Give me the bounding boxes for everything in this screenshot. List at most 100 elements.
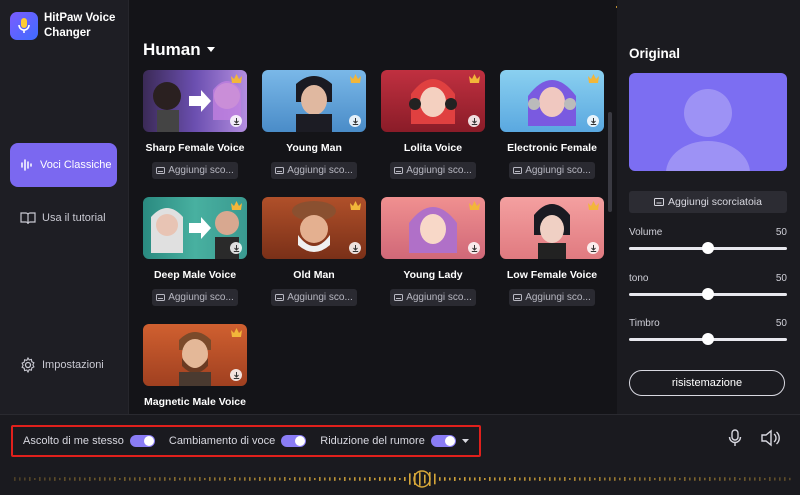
speaker-icon[interactable] [760,429,780,447]
keyboard-icon [513,167,523,174]
wave-bar [174,477,176,481]
voice-card-deep-male-voice[interactable]: Deep Male Voice Aggiungi sco... [143,197,247,306]
voice-thumbnail [262,197,366,259]
wave-bar [69,477,71,481]
tono-slider[interactable]: tono 50 [629,273,787,300]
add-shortcut-button[interactable]: Aggiungi sco... [271,162,357,179]
download-icon[interactable] [468,242,480,254]
wave-bar [384,477,386,481]
wave-bar [359,477,361,481]
download-icon[interactable] [230,115,242,127]
slider-value: 50 [775,318,787,329]
wave-bar [99,477,101,481]
voice-wave-icon [21,159,32,171]
wave-bar [729,477,731,481]
wave-bar [344,477,346,481]
wave-bar [94,477,96,481]
download-icon[interactable] [587,242,599,254]
download-icon[interactable] [349,115,361,127]
wave-bar [684,477,686,481]
voice-card-sharp-female-voice[interactable]: Sharp Female Voice Aggiungi sco... [143,70,247,179]
wave-bar [224,477,226,481]
voice-card-young-man[interactable]: Young Man Aggiungi sco... [262,70,366,179]
voice-name: Lolita Voice [403,142,463,154]
wave-bar [454,477,456,481]
add-shortcut-button[interactable]: Aggiungi sco... [152,162,238,179]
wave-bar [334,477,336,481]
wave-bar [159,477,161,481]
caret-down-icon[interactable] [461,438,469,444]
scrollbar[interactable] [608,112,612,212]
download-icon[interactable] [349,242,361,254]
wave-bar [189,477,191,481]
wave-bar [714,477,716,481]
sidebar: HitPaw Voice Changer Voci Classiche Usa … [0,0,129,414]
wave-bar [674,477,676,481]
wave-bar [164,477,166,481]
wave-bar [734,477,736,481]
download-icon[interactable] [587,115,599,127]
voice-card-lolita-voice[interactable]: Lolita Voice Aggiungi sco... [381,70,485,179]
wave-bar [694,477,696,481]
voice-name: Deep Male Voice [153,269,237,281]
voice-card-low-female-voice[interactable]: Low Female Voice Aggiungi sco... [500,197,604,306]
voice-change-toggle[interactable] [281,435,307,447]
microphone-icon[interactable] [728,429,742,447]
add-shortcut-button[interactable]: Aggiungi sco... [509,289,595,306]
slider-track[interactable] [629,333,787,345]
voice-thumbnail [500,70,604,132]
wave-bar [494,477,496,481]
slider-knob[interactable] [702,242,714,254]
wave-bar [54,477,56,481]
volume-slider[interactable]: Volume 50 [629,227,787,254]
add-shortcut-button[interactable]: Aggiungi sco... [152,289,238,306]
slider-label: Volume [629,227,663,238]
wave-bar [409,473,411,485]
audio-waveform [14,470,791,488]
wave-bar [29,477,31,481]
wave-bar [739,477,741,481]
sidebar-item-voci-classiche[interactable]: Voci Classiche [10,143,117,187]
download-icon[interactable] [230,242,242,254]
add-shortcut-button[interactable]: Aggiungi sco... [390,289,476,306]
voice-card-magnetic-male-voice[interactable]: Magnetic Male Voice [143,324,247,408]
download-icon[interactable] [230,369,242,381]
timbro-slider[interactable]: Timbro 50 [629,318,787,345]
wave-bar [79,477,81,481]
reset-button[interactable]: risistemazione [629,370,785,396]
wave-bar [369,477,371,481]
wave-bar [509,477,511,481]
wave-bar [184,477,186,481]
voice-thumbnail [381,70,485,132]
wave-bar [554,477,556,481]
slider-knob[interactable] [702,333,714,345]
wave-bar [114,477,116,481]
noise-reduction-toggle[interactable] [430,435,456,447]
slider-track[interactable] [629,242,787,254]
wave-bar [484,477,486,481]
add-shortcut-button[interactable]: Aggiungi sco... [509,162,595,179]
wave-bar [619,477,621,481]
add-shortcut-button[interactable]: Aggiungi sco... [271,289,357,306]
add-shortcut-button[interactable]: Aggiungi sco... [390,162,476,179]
download-icon[interactable] [468,115,480,127]
slider-track[interactable] [629,288,787,300]
wave-bar [219,477,221,481]
hear-myself-toggle[interactable] [129,435,155,447]
voice-card-young-lady[interactable]: Young Lady Aggiungi sco... [381,197,485,306]
voice-controls: Ascolto di me stesso Cambiamento di voce… [11,425,481,457]
voice-card-electronic-female[interactable]: Electronic Female Aggiungi sco... [500,70,604,179]
wave-bar [214,477,216,481]
voice-name: Electronic Female [507,142,597,154]
wave-bar [779,477,781,481]
slider-knob[interactable] [702,288,714,300]
add-shortcut-button[interactable]: Aggiungi scorciatoia [629,191,787,213]
sidebar-item-usa-il-tutorial[interactable]: Usa il tutorial [10,196,117,240]
wave-bar [654,477,656,481]
wave-bar [179,477,181,481]
category-dropdown[interactable]: Human [143,40,215,60]
voice-card-old-man[interactable]: Old Man Aggiungi sco... [262,197,366,306]
wave-bar [639,477,641,481]
settings-button[interactable]: Impostazioni [10,343,117,387]
wave-bar [314,477,316,481]
